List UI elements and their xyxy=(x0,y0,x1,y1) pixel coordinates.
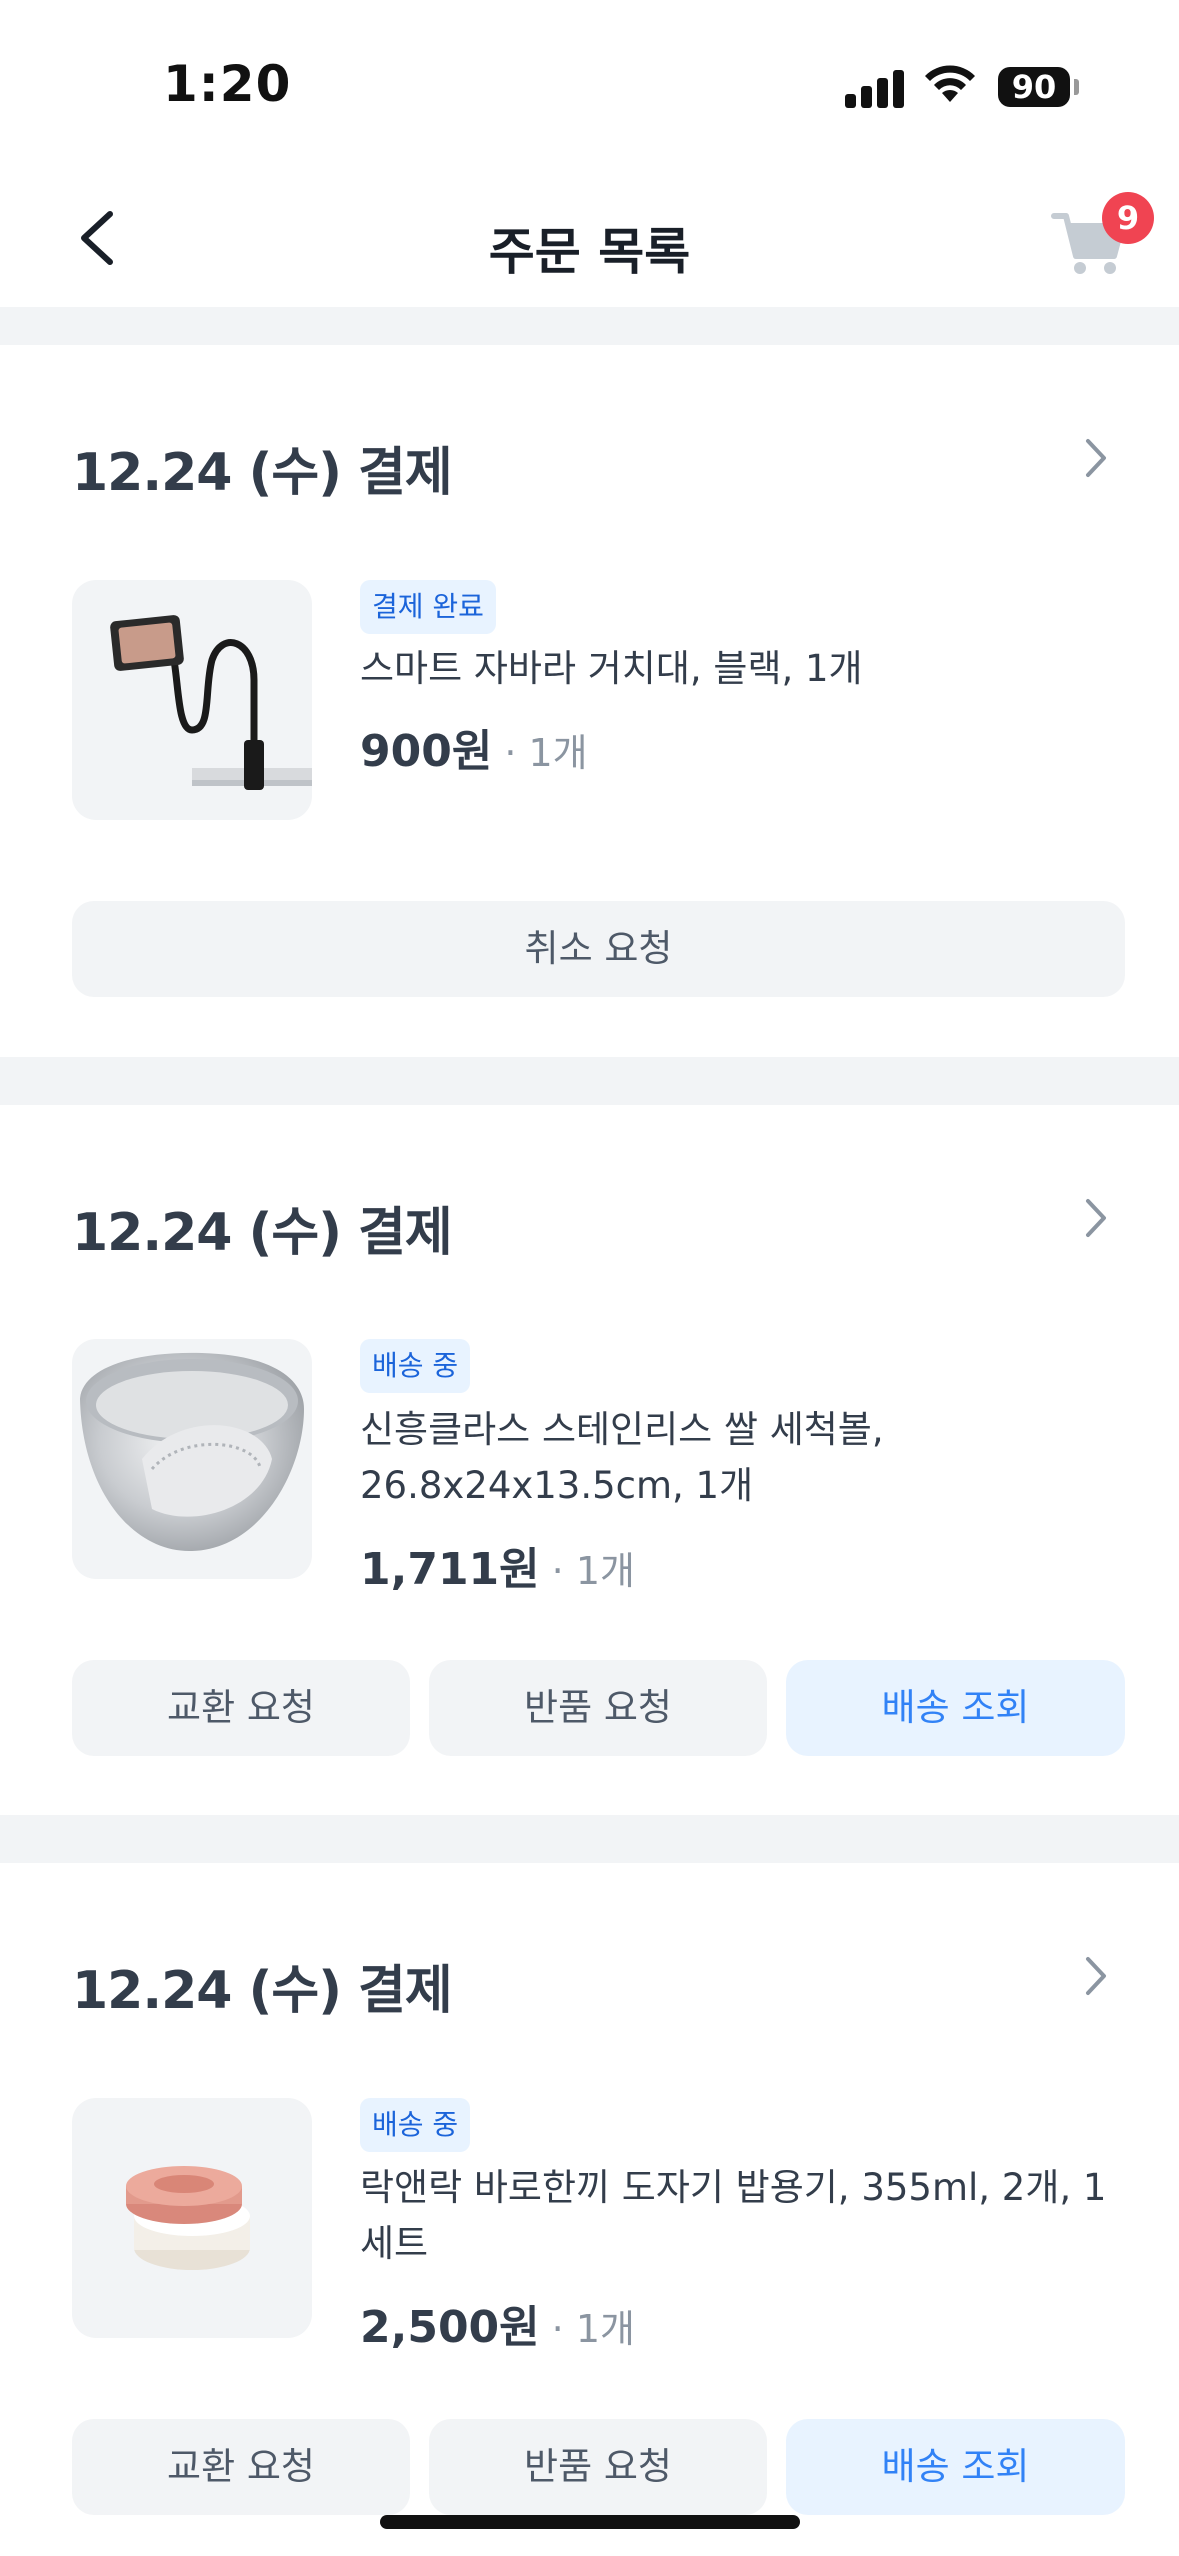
stainless-bowl-icon xyxy=(80,1352,304,1552)
order-card: 12.24 (수) 결제 배송 중 락앤락 바로한끼 도자기 밥용기, 355m… xyxy=(0,1863,1179,2556)
price-value: 900원 xyxy=(360,726,493,777)
order-card: 12.24 (수) 결제 결제 완료 스마트 자바라 거치대, 블랙, 1개 9… xyxy=(0,345,1179,1057)
track-delivery-button[interactable]: 배송 조회 xyxy=(786,1660,1125,1756)
status-bar: 1:20 90 xyxy=(0,0,1179,160)
product-price: 2,500원 · 1개 xyxy=(360,2291,635,2355)
status-badge: 결제 완료 xyxy=(360,580,496,634)
product-image[interactable] xyxy=(72,1339,312,1579)
status-badge: 배송 중 xyxy=(360,1339,471,1393)
return-request-button[interactable]: 반품 요청 xyxy=(429,2419,767,2515)
section-divider xyxy=(0,307,1179,345)
order-date[interactable]: 12.24 (수) 결제 xyxy=(72,1948,453,2023)
rice-container-icon xyxy=(126,2166,250,2270)
section-divider xyxy=(0,1057,1179,1105)
return-request-button[interactable]: 반품 요청 xyxy=(429,1660,767,1756)
product-image[interactable] xyxy=(72,2098,312,2338)
price-value: 2,500원 xyxy=(360,2302,540,2353)
chevron-right-icon[interactable] xyxy=(1082,1195,1112,1241)
order-card: 12.24 (수) 결제 배송 중 신흥클라스 스테인리스 쌀 세척볼, 26.… xyxy=(0,1105,1179,1815)
page-title: 주문 목록 xyxy=(488,223,691,281)
cellular-signal-icon xyxy=(845,68,905,108)
product-name[interactable]: 신흥클라스 스테인리스 쌀 세척볼, 26.8x24x13.5cm, 1개 xyxy=(360,1402,1120,1514)
chevron-right-icon[interactable] xyxy=(1082,1953,1112,1999)
status-time: 1:20 xyxy=(163,55,292,113)
cart-count-badge: 9 xyxy=(1102,192,1154,244)
chevron-right-icon[interactable] xyxy=(1082,435,1112,481)
battery-tip xyxy=(1074,79,1079,95)
product-price: 900원 · 1개 xyxy=(360,715,588,779)
nav-header: 주문 목록 9 xyxy=(0,160,1179,310)
quantity: · 1개 xyxy=(551,1549,635,1593)
wifi-icon xyxy=(925,65,975,102)
product-image[interactable] xyxy=(72,580,312,820)
exchange-request-button[interactable]: 교환 요청 xyxy=(72,1660,410,1756)
product-name[interactable]: 스마트 자바라 거치대, 블랙, 1개 xyxy=(360,641,1120,697)
cancel-request-button[interactable]: 취소 요청 xyxy=(72,901,1125,997)
quantity: · 1개 xyxy=(504,731,588,775)
phone-holder-icon xyxy=(110,615,312,790)
quantity: · 1개 xyxy=(551,2307,635,2351)
exchange-request-button[interactable]: 교환 요청 xyxy=(72,2419,410,2515)
track-delivery-button[interactable]: 배송 조회 xyxy=(786,2419,1125,2515)
price-value: 1,711원 xyxy=(360,1544,540,1595)
product-price: 1,711원 · 1개 xyxy=(360,1533,635,1597)
section-divider xyxy=(0,1815,1179,1863)
status-badge: 배송 중 xyxy=(360,2098,471,2152)
order-date[interactable]: 12.24 (수) 결제 xyxy=(72,430,453,505)
home-indicator[interactable] xyxy=(380,2515,800,2529)
battery-icon: 90 xyxy=(998,67,1070,107)
product-name[interactable]: 락앤락 바로한끼 도자기 밥용기, 355ml, 2개, 1세트 xyxy=(360,2160,1120,2272)
order-date[interactable]: 12.24 (수) 결제 xyxy=(72,1190,453,1265)
